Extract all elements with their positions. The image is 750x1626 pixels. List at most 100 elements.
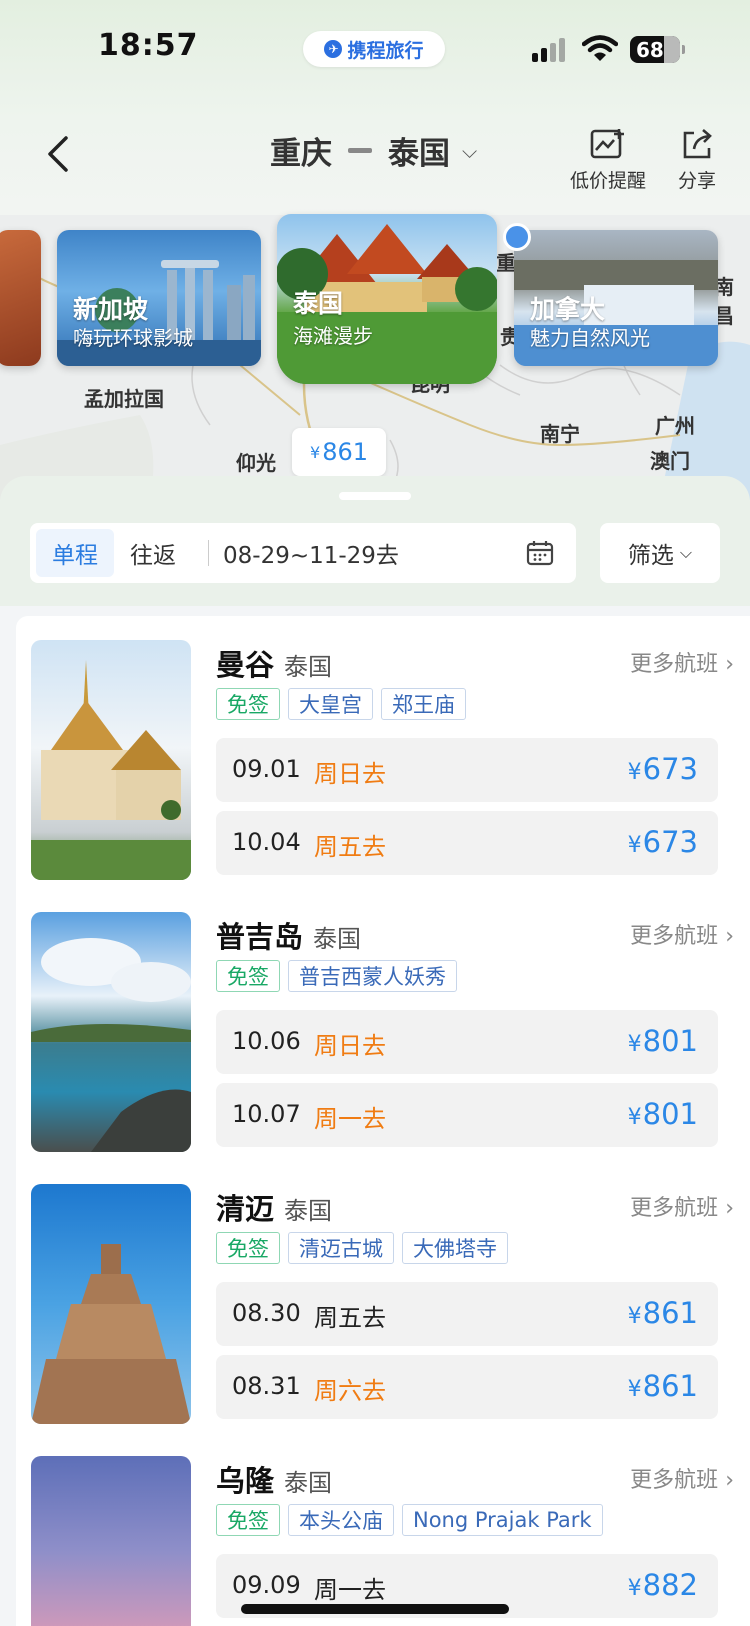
tab-one-way[interactable]: 单程 (36, 529, 114, 577)
flight-weekday: 周日去 (314, 760, 386, 788)
price-value: 801 (642, 1024, 698, 1058)
destination-card-thailand[interactable]: 泰国 海滩漫步 (277, 214, 497, 384)
flight-row[interactable]: 10.06 周日去 ¥801 (216, 1010, 718, 1074)
ctrip-logo-icon: ✈ (324, 40, 343, 58)
filter-label: 筛选 (627, 543, 674, 569)
destination-card-canada[interactable]: 加拿大 魅力自然风光 (514, 230, 718, 366)
chevron-right-icon: › (725, 924, 734, 949)
tag-list: 免签 普吉西蒙人妖秀 (216, 960, 457, 992)
flight-price: ¥882 (628, 1568, 698, 1602)
signal-icon (532, 38, 565, 62)
filter-button[interactable]: 筛选 ⌵ (600, 523, 720, 583)
sheet-drag-handle[interactable] (339, 492, 411, 500)
attraction-tag: 清迈古城 (288, 1232, 394, 1264)
city-thumbnail (31, 640, 191, 880)
city-label: 曼谷 (216, 648, 275, 682)
results-list: 曼谷 泰国 更多航班 › 免签 大皇宫 郑王庙 09.01 周日去 ¥673 10… (16, 616, 750, 1626)
result-card-udon[interactable]: 乌隆 泰国 更多航班 › 免签 本头公庙 Nong Prajak Park 09.… (16, 1432, 734, 1626)
price-value: 673 (642, 752, 698, 786)
city-name: 曼谷 泰国 (216, 642, 332, 684)
tag-list: 免签 大皇宫 郑王庙 (216, 688, 466, 720)
flight-weekday: 周一去 (314, 1105, 386, 1133)
share-button[interactable]: 分享 (678, 128, 716, 193)
country-label: 泰国 (284, 1197, 333, 1225)
price-value: 801 (642, 1097, 698, 1131)
destination-card-partial[interactable] (0, 230, 41, 366)
map-label: 重 (496, 251, 516, 275)
results-sheet: 单程 往返 08-29~11-29去 筛选 ⌵ 曼谷 泰国 更多航班 › 免签 … (0, 476, 750, 1626)
destination-card-singapore[interactable]: 新加坡 嗨玩环球影城 (57, 230, 261, 366)
flight-row[interactable]: 09.01 周日去 ¥673 (216, 738, 718, 802)
price-value: 882 (642, 1568, 698, 1602)
chevron-down-icon: ⌵ (679, 543, 693, 562)
map-label: 广州 (655, 414, 695, 438)
flight-weekday: 周日去 (314, 1032, 386, 1060)
city-label: 清迈 (216, 1192, 275, 1226)
country-label: 泰国 (284, 653, 333, 681)
result-card-chiang-mai[interactable]: 清迈 泰国 更多航班 › 免签 清迈古城 大佛塔寺 08.30 周五去 ¥861 … (16, 1160, 734, 1432)
more-flights-link[interactable]: 更多航班 › (630, 1190, 734, 1222)
tag-list: 免签 清迈古城 大佛塔寺 (216, 1232, 508, 1264)
map-label: 南宁 (540, 422, 580, 446)
back-icon[interactable] (38, 132, 82, 176)
price-alert-icon (590, 129, 624, 159)
price-alert-label: 低价提醒 (570, 170, 647, 192)
destination-subtitle: 海滩漫步 (293, 324, 373, 348)
destination-subtitle: 嗨玩环球影城 (73, 326, 193, 350)
price-alert-button[interactable]: 低价提醒 (570, 128, 646, 193)
app-pill[interactable]: ✈ 携程旅行 (303, 31, 445, 67)
attraction-tag: 普吉西蒙人妖秀 (288, 960, 457, 992)
map-price: 861 (322, 438, 368, 466)
map-label: 南昌 (714, 275, 734, 328)
city-thumbnail (31, 912, 191, 1152)
currency-symbol: ¥ (627, 833, 642, 858)
share-label: 分享 (678, 170, 717, 192)
flight-row[interactable]: 10.07 周一去 ¥801 (216, 1083, 718, 1147)
trip-type-bar: 单程 往返 08-29~11-29去 (30, 523, 576, 583)
price-value: 673 (642, 825, 698, 859)
more-flights-label: 更多航班 (630, 1196, 719, 1221)
destination-name: 新加坡 (73, 295, 149, 324)
currency-symbol: ¥ (310, 442, 321, 462)
result-card-phuket[interactable]: 普吉岛 泰国 更多航班 › 免签 普吉西蒙人妖秀 10.06 周日去 ¥801 1… (16, 888, 734, 1160)
map-label: 澳门 (650, 449, 690, 473)
currency-symbol: ¥ (627, 1576, 642, 1601)
app-pill-label: 携程旅行 (347, 39, 424, 62)
city-name: 乌隆 泰国 (216, 1458, 332, 1500)
chevron-right-icon: › (725, 1468, 734, 1493)
tab-round-trip[interactable]: 往返 (114, 529, 192, 577)
destination-name: 加拿大 (530, 295, 606, 324)
route-from: 重庆 (270, 136, 332, 172)
flight-date: 08.30 (232, 1299, 301, 1327)
tag-list: 免签 本头公庙 Nong Prajak Park (216, 1504, 603, 1536)
flight-date: 10.07 (232, 1100, 301, 1128)
chevron-right-icon: › (725, 1196, 734, 1221)
more-flights-link[interactable]: 更多航班 › (630, 918, 734, 950)
flight-weekday: 周五去 (314, 1304, 386, 1332)
attraction-tag: 郑王庙 (381, 688, 466, 720)
flight-date: 09.09 (232, 1571, 301, 1599)
calendar-icon[interactable] (526, 540, 554, 566)
flight-weekday: 周五去 (314, 833, 386, 861)
more-flights-link[interactable]: 更多航班 › (630, 646, 734, 678)
flight-date: 10.06 (232, 1027, 301, 1055)
flight-price: ¥673 (628, 752, 698, 786)
flight-price: ¥801 (628, 1024, 698, 1058)
visa-free-tag: 免签 (216, 688, 280, 720)
map-price-tag[interactable]: ¥861 (292, 428, 386, 476)
more-flights-link[interactable]: 更多航班 › (630, 1462, 734, 1494)
route-selector[interactable]: 重庆 泰国 ⌵ (270, 128, 477, 173)
city-label: 乌隆 (216, 1464, 275, 1498)
flight-row[interactable]: 10.04 周五去 ¥673 (216, 811, 718, 875)
flight-row[interactable]: 08.31 周六去 ¥861 (216, 1355, 718, 1419)
more-flights-label: 更多航班 (630, 1468, 719, 1493)
currency-symbol: ¥ (627, 760, 642, 785)
result-card-bangkok[interactable]: 曼谷 泰国 更多航班 › 免签 大皇宫 郑王庙 09.01 周日去 ¥673 10… (16, 616, 734, 888)
status-time: 18:57 (98, 28, 199, 63)
home-indicator[interactable] (241, 1604, 509, 1614)
date-range[interactable]: 08-29~11-29去 (223, 536, 526, 570)
map-label: 仰光 (236, 451, 276, 475)
flight-row[interactable]: 08.30 周五去 ¥861 (216, 1282, 718, 1346)
price-value: 861 (642, 1369, 698, 1403)
flight-price: ¥673 (628, 825, 698, 859)
